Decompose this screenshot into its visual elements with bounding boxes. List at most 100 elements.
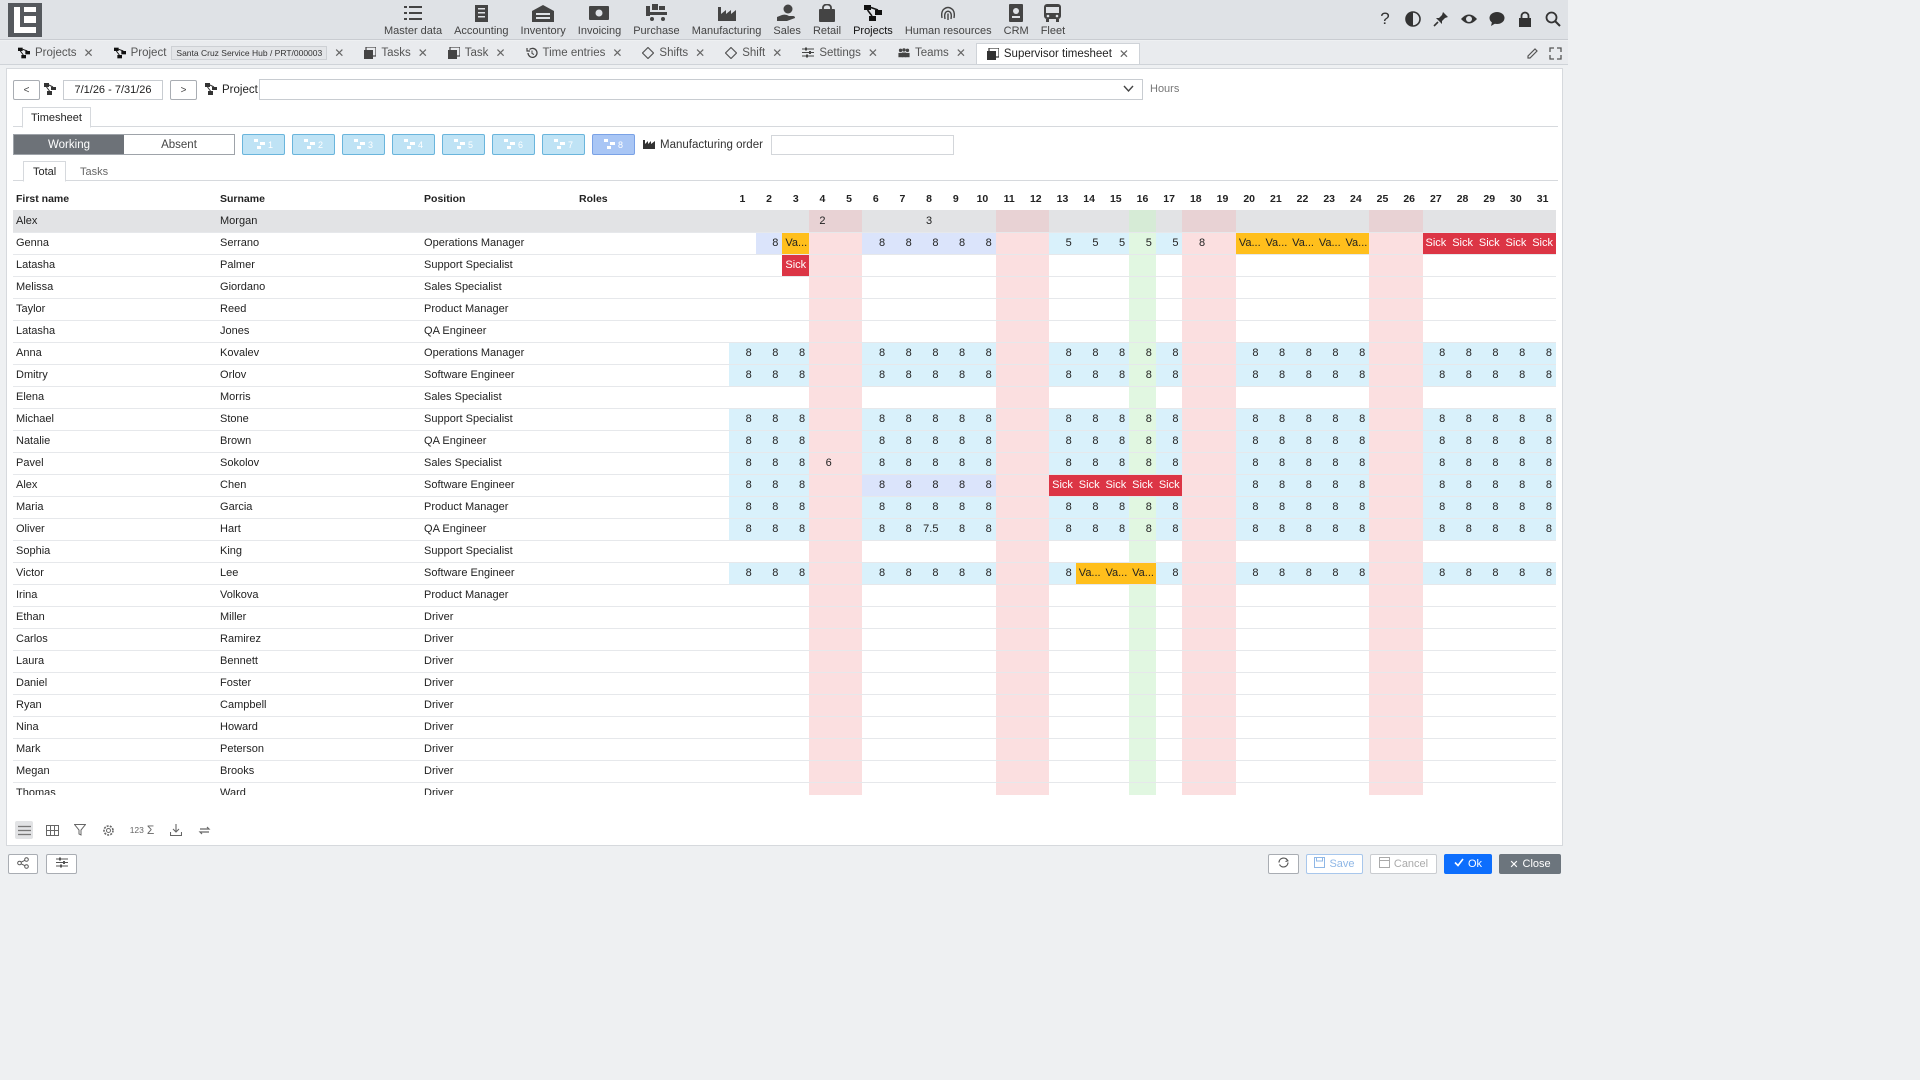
day-cell[interactable] [755, 782, 783, 795]
day-header[interactable]: 28 [1449, 188, 1476, 210]
day-cell[interactable] [1235, 628, 1263, 651]
day-cell[interactable] [1235, 760, 1263, 783]
day-cell[interactable] [729, 254, 756, 277]
day-cell[interactable]: 8 [1102, 364, 1130, 387]
day-cell[interactable]: 8 [1155, 518, 1183, 541]
day-cell[interactable] [1049, 716, 1076, 739]
day-cell[interactable] [1315, 584, 1343, 607]
day-cell[interactable] [1475, 672, 1503, 695]
day-cell[interactable] [1502, 694, 1530, 717]
day-cell[interactable] [1369, 694, 1396, 717]
next-period-button[interactable]: > [170, 80, 197, 100]
day-cell[interactable] [835, 496, 863, 519]
day-cell[interactable] [729, 782, 756, 795]
day-cell[interactable] [942, 298, 970, 321]
day-cell[interactable] [809, 760, 836, 783]
day-cell[interactable] [915, 650, 943, 673]
day-cell[interactable] [1235, 716, 1263, 739]
day-cell[interactable]: 8 [755, 342, 783, 365]
day-cell[interactable] [1049, 650, 1076, 673]
day-cell[interactable] [835, 628, 863, 651]
day-cell[interactable] [889, 210, 916, 233]
day-cell[interactable] [1395, 606, 1423, 629]
day-cell[interactable]: 8 [969, 562, 996, 585]
day-cell[interactable] [1209, 760, 1236, 783]
day-cell[interactable] [835, 210, 863, 233]
day-cell[interactable] [1422, 540, 1450, 563]
day-cell[interactable]: 8 [1235, 496, 1263, 519]
day-cell[interactable] [1289, 694, 1316, 717]
day-cell[interactable] [1422, 738, 1450, 761]
table-row[interactable]: Ethan Miller Driver [13, 606, 1556, 629]
day-cell[interactable]: 8 [1235, 474, 1263, 497]
day-cell[interactable] [1342, 716, 1370, 739]
day-cell[interactable] [835, 298, 863, 321]
share-button[interactable] [8, 854, 38, 874]
day-cell[interactable] [1075, 716, 1103, 739]
list-view-icon[interactable] [15, 821, 33, 839]
day-header[interactable]: 21 [1263, 188, 1290, 210]
day-cell[interactable] [1395, 782, 1423, 795]
day-cell[interactable]: 8 [1155, 364, 1183, 387]
day-cell[interactable]: 8 [1049, 518, 1076, 541]
day-cell[interactable] [1529, 320, 1556, 343]
day-cell[interactable]: 8 [1289, 430, 1316, 453]
day-cell[interactable]: 8 [1529, 562, 1556, 585]
day-cell[interactable]: 8 [1475, 408, 1503, 431]
day-cell[interactable]: 8 [1342, 562, 1370, 585]
day-cell[interactable] [1262, 738, 1290, 761]
day-cell[interactable] [1422, 672, 1450, 695]
day-cell[interactable]: Sick [1129, 474, 1156, 497]
shift-button-1[interactable]: 1 [242, 134, 285, 155]
day-cell[interactable]: 8 [1422, 518, 1450, 541]
day-cell[interactable] [1369, 276, 1396, 299]
day-cell[interactable] [1022, 540, 1050, 563]
day-cell[interactable] [1129, 210, 1156, 233]
day-cell[interactable] [1155, 760, 1183, 783]
day-cell[interactable] [1262, 606, 1290, 629]
day-cell[interactable] [1422, 628, 1450, 651]
day-cell[interactable] [1475, 716, 1503, 739]
day-cell[interactable] [942, 782, 970, 795]
day-cell[interactable] [809, 672, 836, 695]
day-cell[interactable] [969, 254, 996, 277]
day-cell[interactable] [835, 694, 863, 717]
day-cell[interactable] [1289, 276, 1316, 299]
day-cell[interactable] [889, 276, 916, 299]
day-cell[interactable] [1475, 298, 1503, 321]
day-cell[interactable] [995, 408, 1023, 431]
day-cell[interactable] [1342, 650, 1370, 673]
day-cell[interactable] [1395, 474, 1423, 497]
table-row[interactable]: Latasha Palmer Support Specialist Sick [13, 254, 1556, 277]
day-cell[interactable]: 8 [862, 518, 890, 541]
day-cell[interactable]: 8 [1235, 452, 1263, 475]
table-row[interactable]: Latasha Jones QA Engineer [13, 320, 1556, 343]
day-cell[interactable] [1529, 628, 1556, 651]
day-cell[interactable]: 8 [1449, 342, 1476, 365]
day-cell[interactable]: 8 [1155, 496, 1183, 519]
day-cell[interactable]: 8 [1475, 364, 1503, 387]
day-cell[interactable] [1395, 452, 1423, 475]
day-cell[interactable] [809, 540, 836, 563]
day-cell[interactable] [1075, 584, 1103, 607]
day-cell[interactable]: 8 [1342, 452, 1370, 475]
day-cell[interactable]: 8 [942, 562, 970, 585]
day-cell[interactable] [1449, 650, 1476, 673]
day-cell[interactable] [1289, 210, 1316, 233]
day-cell[interactable] [729, 540, 756, 563]
day-cell[interactable]: 8 [1422, 408, 1450, 431]
day-cell[interactable]: 8 [969, 342, 996, 365]
day-cell[interactable] [782, 650, 810, 673]
day-cell[interactable] [1075, 738, 1103, 761]
day-header[interactable]: 10 [969, 188, 996, 210]
day-cell[interactable]: 8 [1289, 342, 1316, 365]
day-cell[interactable] [1449, 760, 1476, 783]
day-cell[interactable] [1315, 694, 1343, 717]
day-cell[interactable] [1529, 716, 1556, 739]
day-cell[interactable] [1262, 650, 1290, 673]
day-cell[interactable] [1369, 254, 1396, 277]
day-cell[interactable]: 8 [1475, 496, 1503, 519]
day-cell[interactable] [1369, 474, 1396, 497]
module-purchase[interactable]: Purchase [627, 0, 685, 40]
day-cell[interactable] [862, 760, 890, 783]
